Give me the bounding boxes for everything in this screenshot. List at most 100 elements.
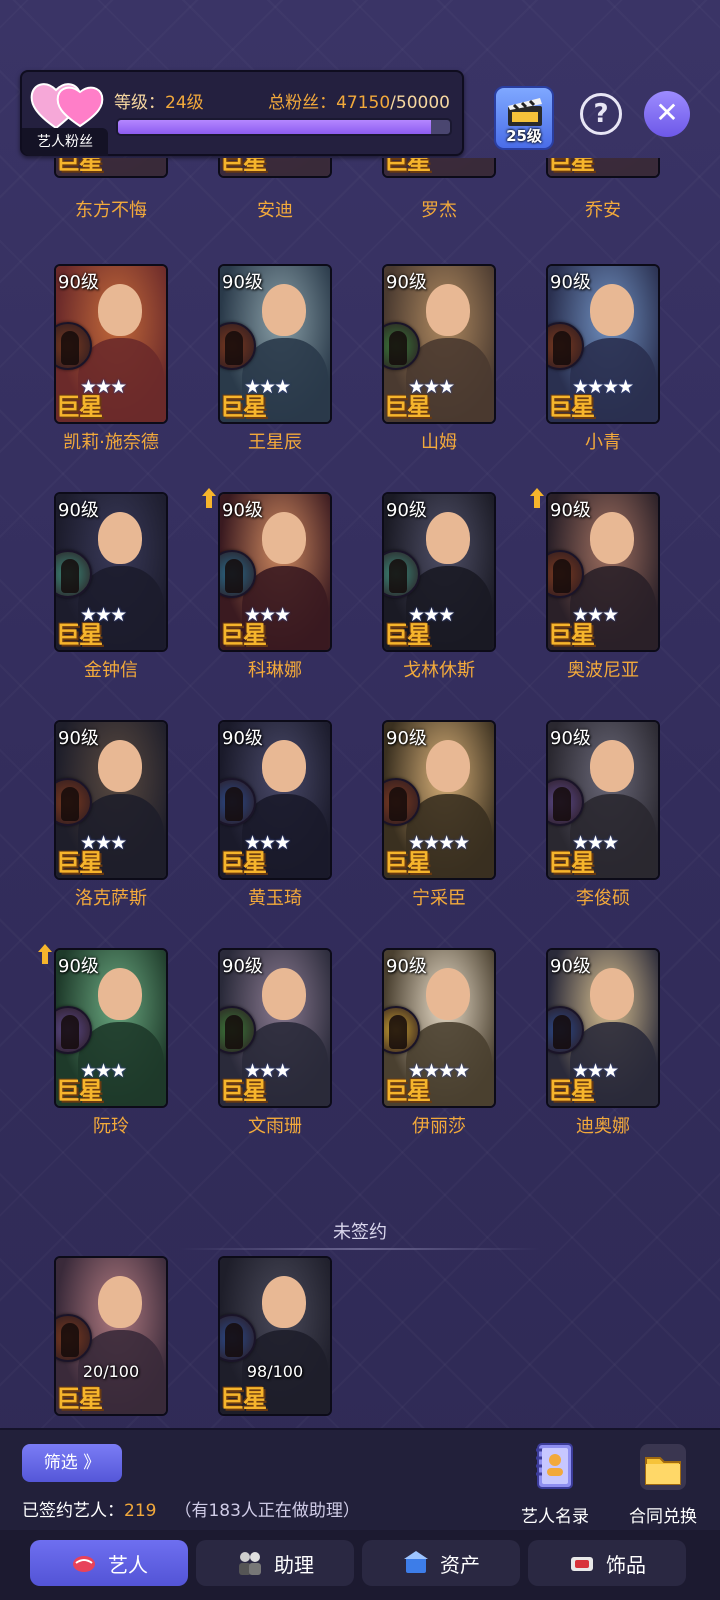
artist-card[interactable]: 90级 ★★★ 巨星 [54,948,168,1108]
artist-figure [262,512,306,564]
tab-accessories[interactable]: 饰品 [528,1540,686,1586]
artist-card[interactable]: 巨星 [382,158,496,178]
artist-card[interactable]: 90级 ★★★ 巨星 [546,492,660,652]
level-label: 等级： [114,93,165,113]
artist-name: 凯莉·施奈德 [63,432,159,453]
rank-badge: 巨星 [220,849,267,877]
silhouette-icon [225,559,243,593]
clapper-level: 25级 [506,127,542,145]
artist-level: 90级 [386,956,427,977]
artist-card[interactable]: 90级 ★★★★ 巨星 [382,948,496,1108]
artist-card[interactable]: 90级 ★★★★ 巨星 [382,720,496,880]
assistant-note: （有183人正在做助理） [174,1501,360,1521]
silhouette-icon [553,1015,571,1049]
fans-max: 50000 [395,93,450,113]
artist-level: 90级 [222,728,263,749]
rank-badge: 巨星 [384,158,431,175]
fan-status-panel: 艺人粉丝 等级：24级 总粉丝：47150/50000 [20,70,464,156]
artist-card[interactable]: 90级 ★★★ 巨星 [382,492,496,652]
artist-card[interactable]: 90级 ★★★ 巨星 [54,720,168,880]
artist-card[interactable]: 巨星 [546,158,660,178]
clapperboard-button[interactable]: 25级 [494,86,554,150]
artist-roster-button[interactable]: 艺人名录 [510,1440,600,1527]
artist-card[interactable]: 90级 ★★★★ 巨星 [546,264,660,424]
artist-card[interactable]: 98/100 巨星 [218,1256,332,1416]
upgrade-arrow-icon [202,488,216,508]
fans-tag: 艺人粉丝 [22,128,108,156]
rank-badge: 巨星 [548,393,595,421]
tab-assistants[interactable]: 助理 [196,1540,354,1586]
artist-figure [262,284,306,336]
artist-name: 小青 [585,432,621,453]
total-fans-display: 总粉丝：47150/50000 [268,88,450,113]
tab-assets[interactable]: 资产 [362,1540,520,1586]
artist-level: 90级 [58,272,99,293]
tab-label: 助理 [274,1552,314,1577]
rank-badge: 巨星 [220,1385,267,1413]
artist-card[interactable]: 90级 ★★★ 巨星 [54,264,168,424]
bottom-panel: 筛选 》 已签约艺人：219 （有183人正在做助理） 艺人名录 合同兑换 [0,1428,720,1530]
rank-badge: 巨星 [548,849,595,877]
rank-badge: 巨星 [548,1077,595,1105]
tab-label: 饰品 [606,1552,646,1577]
rank-badge: 巨星 [220,158,267,175]
rank-badge: 巨星 [220,393,267,421]
silhouette-icon [225,331,243,365]
artist-level: 90级 [222,956,263,977]
artist-figure [98,512,142,564]
assets-icon [404,1551,428,1573]
rank-badge: 巨星 [384,621,431,649]
artist-figure [98,1276,142,1328]
artist-level: 90级 [222,500,263,521]
artist-name: 罗杰 [421,200,457,221]
artist-level: 90级 [550,272,591,293]
artist-name: 迪奥娜 [576,1116,630,1137]
tab-artists[interactable]: 艺人 [30,1540,188,1586]
level-display: 等级：24级 [114,88,204,113]
rank-badge: 巨星 [384,393,431,421]
artist-card[interactable]: 90级 ★★★ 巨星 [218,948,332,1108]
contract-exchange-button[interactable]: 合同兑换 [618,1440,708,1527]
artist-name: 文雨珊 [248,1116,302,1137]
upgrade-arrow-icon [530,488,544,508]
artist-level: 90级 [550,728,591,749]
rank-badge: 巨星 [220,621,267,649]
lipstick-icon [73,1556,95,1572]
artist-name: 科琳娜 [248,660,302,681]
accessories-icon [571,1557,593,1571]
artist-card[interactable]: 巨星 [218,158,332,178]
filter-button[interactable]: 筛选 》 [22,1444,122,1482]
help-button[interactable]: ? [580,93,622,135]
silhouette-icon [61,559,79,593]
artist-name: 山姆 [421,432,457,453]
rank-badge: 巨星 [56,1077,103,1105]
artist-name: 阮玲 [93,1116,129,1137]
artist-card[interactable]: 90级 ★★★ 巨星 [546,948,660,1108]
silhouette-icon [389,1015,407,1049]
artist-level: 90级 [222,272,263,293]
artist-level: 90级 [386,500,427,521]
artist-name: 金钟信 [84,660,138,681]
artist-card[interactable]: 90级 ★★★ 巨星 [546,720,660,880]
artist-card[interactable]: 90级 ★★★ 巨星 [54,492,168,652]
artist-card[interactable]: 90级 ★★★ 巨星 [218,264,332,424]
artist-card[interactable]: 90级 ★★★ 巨星 [218,720,332,880]
artist-name: 王星辰 [248,432,302,453]
artist-name: 洛克萨斯 [75,888,147,909]
close-button[interactable]: ✕ [644,91,690,137]
rank-badge: 巨星 [220,1077,267,1105]
artist-figure [98,284,142,336]
artist-name: 伊丽莎 [412,1116,466,1137]
artist-card[interactable]: 20/100 巨星 [54,1256,168,1416]
rank-badge: 巨星 [56,849,103,877]
artist-figure [590,512,634,564]
contract-folder-icon [640,1444,686,1490]
silhouette-icon [553,559,571,593]
artist-card[interactable]: 90级 ★★★ 巨星 [218,492,332,652]
artist-level: 90级 [58,500,99,521]
upgrade-arrow-icon [38,944,52,964]
artist-grid[interactable]: 未签约 巨星 东方不悔 巨星 安迪 巨星 罗杰 巨星 乔安 90级 ★★★ 巨星 凯莉·施奈德 90级 ★… [0,158,720,1428]
rank-badge: 巨星 [384,849,431,877]
artist-card[interactable]: 巨星 [54,158,168,178]
artist-card[interactable]: 90级 ★★★ 巨星 [382,264,496,424]
